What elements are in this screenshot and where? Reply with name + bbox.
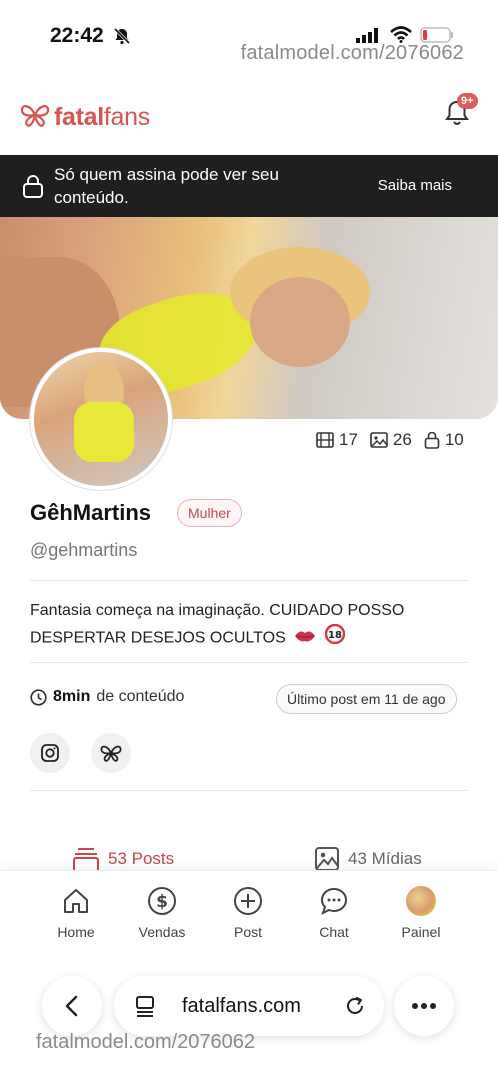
- video-count: 17: [316, 430, 358, 450]
- chat-bubble-icon: [319, 885, 349, 917]
- browser-menu-button[interactable]: [394, 976, 454, 1036]
- content-duration: 8min de conteúdo: [30, 688, 184, 706]
- fatalfans-link-button[interactable]: [91, 733, 131, 773]
- media-counts: 17 26 10: [316, 430, 464, 450]
- clock-icon: [30, 688, 47, 706]
- address-bar[interactable]: fatalfans.com: [114, 976, 384, 1036]
- gallery-icon: [315, 847, 339, 871]
- profile-bio: Fantasia começa na imaginação. CUIDADO P…: [30, 598, 470, 653]
- more-dots-icon: [412, 1003, 436, 1009]
- chevron-left-icon: [65, 995, 78, 1017]
- status-time: 22:42: [50, 24, 104, 47]
- user-avatar: [406, 886, 436, 916]
- url-text: fatalfans.com: [182, 995, 301, 1017]
- svg-text:$: $: [156, 892, 168, 912]
- image-icon: [370, 432, 388, 448]
- learn-more-link[interactable]: Saiba mais: [378, 177, 452, 194]
- butterfly-logo-icon: [20, 102, 50, 133]
- tab-media[interactable]: 43 Mídias: [314, 846, 422, 872]
- nav-post-label: Post: [233, 924, 262, 940]
- butterfly-icon: [100, 745, 122, 762]
- tab-media-label: 43 Mídias: [348, 849, 422, 868]
- nav-sales[interactable]: $ Vendas: [126, 885, 198, 940]
- adults-only-emoji-icon: 18: [324, 623, 345, 653]
- bio-text: Fantasia começa na imaginação. CUIDADO P…: [30, 602, 405, 647]
- subscription-banner: Só quem assina pode ver seu conteúdo. Sa…: [0, 155, 498, 217]
- divider: [30, 580, 468, 581]
- svg-text:18: 18: [328, 630, 342, 641]
- locked-count: 10: [424, 430, 464, 450]
- nav-dashboard[interactable]: Painel: [385, 885, 457, 940]
- padlock-icon: [424, 431, 440, 449]
- tab-posts[interactable]: 53 Posts: [72, 846, 174, 872]
- lips-emoji-icon: [294, 626, 316, 652]
- instagram-icon: [41, 744, 59, 762]
- nav-chat-label: Chat: [319, 924, 349, 940]
- stack-icon: [73, 848, 99, 872]
- fatalfans-logo[interactable]: fatalfans: [20, 102, 150, 133]
- profile-avatar[interactable]: [30, 348, 172, 490]
- banner-message: Só quem assina pode ver seu conteúdo.: [54, 165, 279, 207]
- nav-home[interactable]: Home: [40, 885, 112, 940]
- nav-dashboard-label: Painel: [401, 924, 441, 940]
- reload-icon[interactable]: [344, 995, 366, 1022]
- logo-text: fatalfans: [54, 103, 150, 131]
- watermark-bottom: fatalmodel.com/2076062: [36, 1031, 256, 1053]
- nav-post[interactable]: Post: [212, 885, 284, 940]
- instagram-button[interactable]: [30, 733, 70, 773]
- divider: [30, 662, 468, 663]
- divider: [30, 790, 468, 791]
- photo-count: 26: [370, 430, 412, 450]
- browser-back-button[interactable]: [42, 976, 102, 1036]
- notification-badge: 9+: [457, 93, 478, 109]
- film-icon: [316, 432, 334, 448]
- dollar-circle-icon: $: [147, 885, 177, 917]
- nav-home-label: Home: [57, 924, 95, 940]
- plus-circle-icon: [233, 885, 263, 917]
- watermark-top: fatalmodel.com/2076062: [240, 42, 464, 64]
- bell-off-icon: [113, 27, 131, 50]
- home-icon: [62, 885, 90, 917]
- tabs-icon: [134, 995, 156, 1022]
- app-header: fatalfans 9+: [0, 90, 498, 150]
- profile-name: GêhMartins: [30, 500, 152, 525]
- nav-chat[interactable]: Chat: [298, 885, 370, 940]
- profile-handle: @gehmartins: [30, 540, 138, 560]
- status-bar: 22:42 fatalmodel.com/2076062: [0, 0, 498, 80]
- browser-toolbar: fatalfans.com: [0, 948, 498, 1080]
- lock-icon: [22, 174, 44, 203]
- gender-badge: Mulher: [177, 499, 242, 527]
- bottom-navigation: Home $ Vendas Post Chat Painel: [0, 870, 498, 948]
- last-post-badge: Último post em 11 de ago: [276, 684, 457, 714]
- nav-sales-label: Vendas: [138, 924, 186, 940]
- tab-posts-label: 53 Posts: [108, 849, 175, 868]
